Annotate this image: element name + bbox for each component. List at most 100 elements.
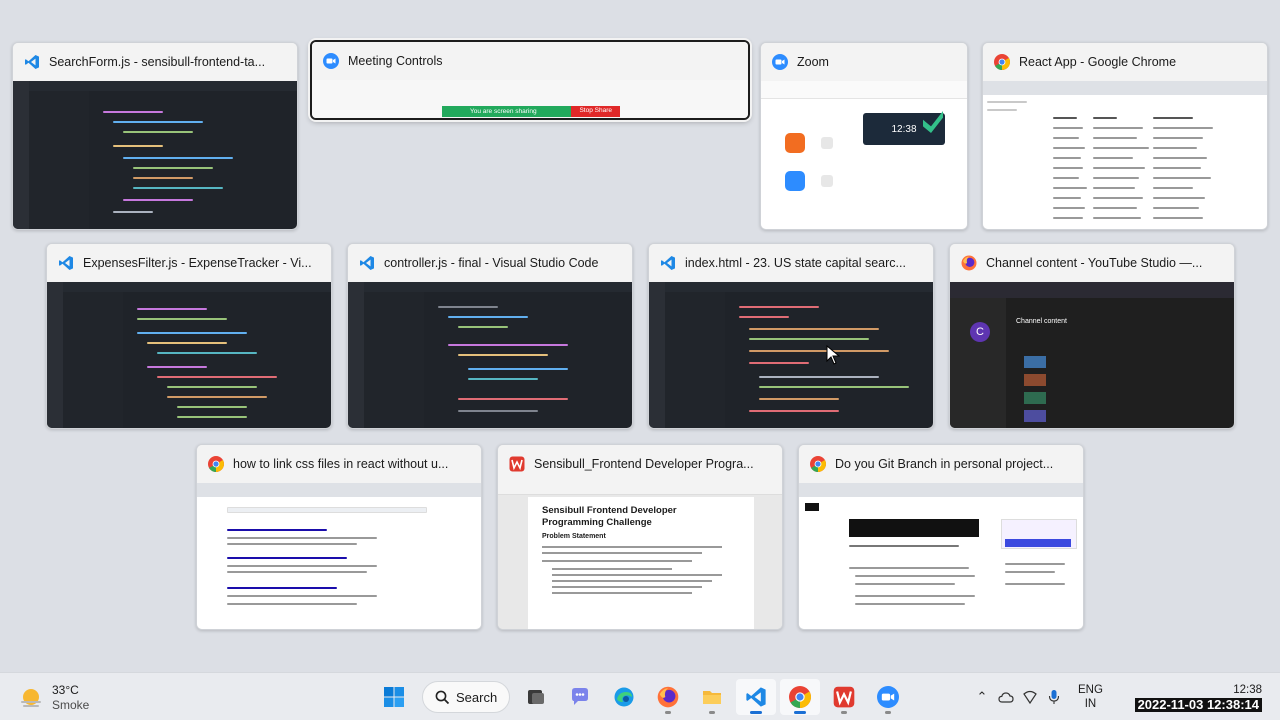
clock-time: 12:38 [1233,684,1262,696]
card-header: Meeting Controls [312,42,748,80]
window-title: controller.js - final - Visual Studio Co… [384,256,599,270]
window-thumbnail [197,483,481,629]
taskbar-app-teams[interactable] [560,679,600,715]
file-explorer-dark-icon [528,690,544,704]
card-header: ExpensesFilter.js - ExpenseTracker - Vi.… [47,244,331,282]
window-thumbnail: Sensibull Frontend Developer Programming… [498,483,782,629]
channel-content-heading: Channel content [1016,318,1067,325]
window-card-git-branch[interactable]: Do you Git Branch in personal project... [798,444,1084,630]
window-card-controller[interactable]: controller.js - final - Visual Studio Co… [347,243,633,429]
window-thumbnail: You are screen sharing Stop Share [312,80,748,118]
window-thumbnail: C Channel content [950,282,1234,428]
window-card-index-html[interactable]: index.html - 23. US state capital searc.… [648,243,934,429]
window-thumbnail [649,282,933,428]
taskbar-app-edge[interactable] [604,679,644,715]
card-header: Sensibull_Frontend Developer Progra... [498,445,782,483]
taskbar-app-wps[interactable] [824,679,864,715]
weather-widget[interactable]: 33°C Smoke [18,683,89,713]
doc-title: Sensibull Frontend Developer Programming… [542,505,677,528]
wps-office-icon [833,686,855,708]
language-indicator[interactable]: ENG IN [1078,683,1103,711]
window-thumbnail: 12:38 [761,81,967,229]
search-label: Search [456,689,498,705]
firefox-icon [657,686,679,708]
window-card-searchform[interactable]: SearchForm.js - sensibull-frontend-ta... [12,42,298,230]
window-thumbnail [47,282,331,428]
network-settings-icon[interactable] [1018,683,1042,711]
chrome-icon [789,686,811,708]
card-header: controller.js - final - Visual Studio Co… [348,244,632,282]
card-header: Channel content - YouTube Studio —... [950,244,1234,282]
system-tray: ⌃ [970,683,1066,711]
window-card-youtube-studio[interactable]: Channel content - YouTube Studio —... C … [949,243,1235,429]
mouse-cursor [826,345,840,365]
microphone-icon[interactable] [1042,683,1066,711]
window-card-meeting-controls[interactable]: Meeting Controls You are screen sharing … [310,40,750,120]
lang-top: ENG [1078,684,1103,696]
edge-icon [614,687,634,707]
windows-start-icon [384,687,404,707]
taskbar-app-firefox[interactable] [648,679,688,715]
zoom-icon [771,54,788,71]
card-header: how to link css files in react without u… [197,445,481,483]
channel-avatar: C [970,322,990,342]
window-title: SearchForm.js - sensibull-frontend-ta... [49,55,266,69]
window-card-react-app[interactable]: React App - Google Chrome [982,42,1268,230]
task-view: SearchForm.js - sensibull-frontend-ta...… [0,0,1280,672]
window-title: ExpensesFilter.js - ExpenseTracker - Vi.… [83,256,312,270]
window-title: Channel content - YouTube Studio —... [986,256,1203,270]
search-icon [435,690,450,704]
card-header: Zoom [761,43,967,81]
zoom-icon [322,53,339,70]
taskbar-app-vscode[interactable] [736,679,776,715]
taskbar-app-file-explorer[interactable] [692,679,732,715]
weather-condition: Smoke [52,698,90,712]
chrome-icon [993,54,1010,71]
window-title: index.html - 23. US state capital searc.… [685,256,906,270]
window-title: Do you Git Branch in personal project... [835,457,1054,471]
zoom-icon [877,686,899,708]
window-title: React App - Google Chrome [1019,55,1177,69]
screen-sharing-banner: You are screen sharing Stop Share [442,106,620,117]
vscode-icon [23,54,40,71]
lang-bottom: IN [1084,698,1097,710]
window-thumbnail [799,483,1083,629]
wps-office-icon [508,456,525,473]
onedrive-icon[interactable] [994,683,1018,711]
sharing-text: You are screen sharing [470,108,537,115]
taskbar-apps: Search [374,679,912,715]
window-thumbnail [348,282,632,428]
window-title: Meeting Controls [348,54,443,68]
window-card-link-css[interactable]: how to link css files in react without u… [196,444,482,630]
window-thumbnail [983,81,1267,229]
file-explorer-icon [703,691,721,704]
clock-date: 2022-11-03 12:38:14 [1134,698,1262,712]
vscode-icon [358,255,375,272]
card-header: index.html - 23. US state capital searc.… [649,244,933,282]
window-title: Sensibull_Frontend Developer Progra... [534,457,754,471]
window-card-sensibull-doc[interactable]: Sensibull_Frontend Developer Progra... S… [497,444,783,630]
taskbar-app-task-manager[interactable] [516,679,556,715]
start-button[interactable] [374,679,414,715]
taskbar-app-zoom[interactable] [868,679,908,715]
weather-temperature: 33°C [52,683,79,697]
vscode-icon [746,687,766,707]
window-card-expensesfilter[interactable]: ExpensesFilter.js - ExpenseTracker - Vi.… [46,243,332,429]
chrome-icon [207,456,224,473]
firefox-icon [960,255,977,272]
chevron-up-icon[interactable]: ⌃ [970,683,994,711]
card-header: SearchForm.js - sensibull-frontend-ta... [13,43,297,81]
vscode-icon [57,255,74,272]
window-thumbnail [13,81,297,229]
window-title: how to link css files in react without u… [233,457,449,471]
window-card-zoom[interactable]: Zoom 12:38 [760,42,968,230]
vscode-icon [659,255,676,272]
taskbar-clock[interactable]: 12:38 2022-11-03 12:38:14 [1134,683,1262,713]
stop-share-button[interactable]: Stop Share [571,106,620,117]
taskbar-app-chrome[interactable] [780,679,820,715]
card-header: React App - Google Chrome [983,43,1267,81]
taskbar-search[interactable]: Search [422,681,510,713]
taskbar: 33°C Smoke Search ⌃ ENG IN 12:38 2022-11… [0,672,1280,720]
card-header: Do you Git Branch in personal project... [799,445,1083,483]
doc-section: Problem Statement [542,533,606,540]
